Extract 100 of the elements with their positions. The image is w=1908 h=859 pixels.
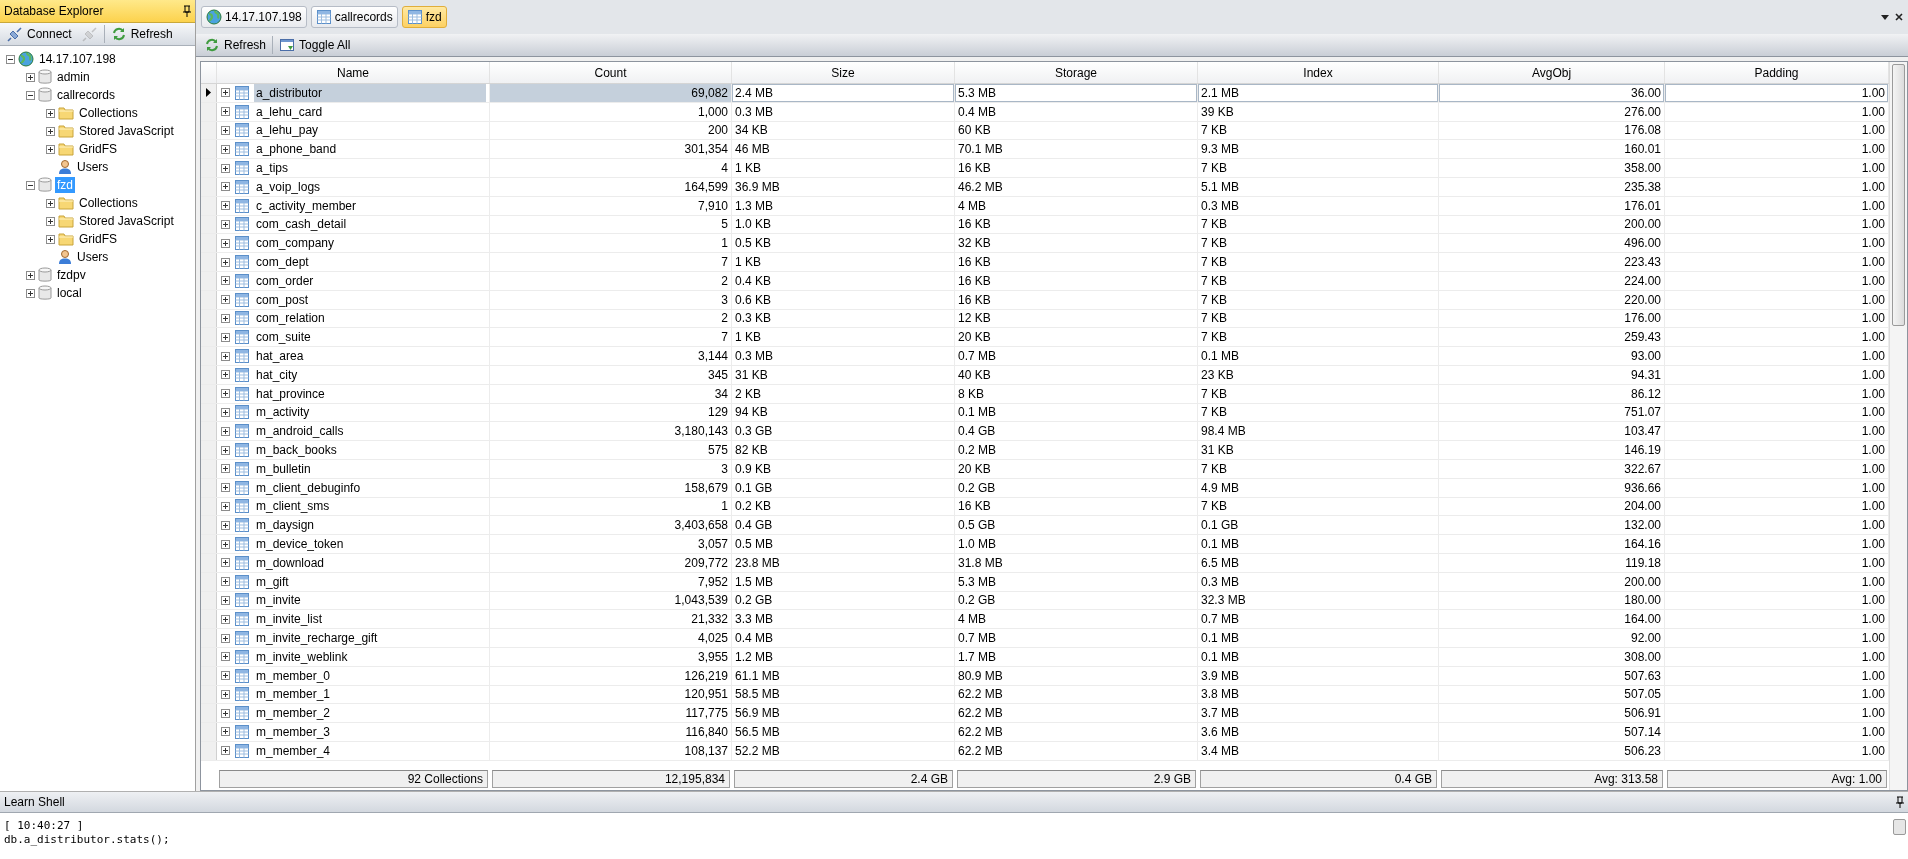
collection-name[interactable]: a_voip_logs [254, 178, 486, 196]
expand-icon[interactable] [46, 144, 55, 154]
collection-name[interactable]: m_invite_recharge_gift [254, 629, 486, 647]
expand-icon[interactable] [221, 88, 230, 98]
collection-name[interactable]: hat_province [254, 384, 486, 403]
column-header[interactable]: AvgObj [1439, 62, 1665, 83]
expand-icon[interactable] [221, 407, 230, 417]
expand-icon[interactable] [221, 558, 230, 568]
expand-icon[interactable] [221, 163, 230, 173]
connect-button[interactable]: Connect [3, 25, 76, 43]
collection-name[interactable]: com_cash_detail [254, 215, 486, 234]
column-header[interactable]: Index [1198, 62, 1439, 83]
tree-item[interactable]: Collections [77, 195, 140, 211]
expand-icon[interactable] [221, 351, 230, 361]
collection-name[interactable]: m_invite [254, 591, 486, 610]
expand-icon[interactable] [26, 72, 35, 82]
expand-icon[interactable] [221, 727, 230, 737]
expand-icon[interactable] [221, 107, 230, 117]
collapse-icon[interactable] [6, 54, 15, 64]
collection-name[interactable]: m_android_calls [254, 422, 486, 441]
collection-name[interactable]: m_activity [254, 403, 486, 422]
collection-name[interactable]: m_member_4 [254, 741, 486, 760]
dropdown-arrow-icon[interactable] [1881, 13, 1889, 21]
expand-icon[interactable] [221, 633, 230, 643]
tree-item[interactable]: GridFS [77, 141, 119, 157]
collection-name[interactable]: m_bulletin [254, 459, 486, 478]
expand-icon[interactable] [221, 276, 230, 286]
pin-icon[interactable] [183, 5, 191, 17]
scrollbar[interactable] [1889, 62, 1907, 791]
expand-icon[interactable] [221, 426, 230, 436]
expand-icon[interactable] [26, 270, 35, 280]
close-icon[interactable] [1895, 13, 1903, 21]
column-header[interactable]: Name [217, 62, 490, 83]
collection-name[interactable]: com_post [254, 290, 486, 309]
collection-name[interactable]: a_distributor [254, 84, 486, 102]
collection-name[interactable]: m_invite_weblink [254, 647, 486, 666]
expand-icon[interactable] [221, 614, 230, 624]
collection-name[interactable]: m_back_books [254, 441, 486, 459]
collection-name[interactable]: com_order [254, 271, 486, 290]
expand-icon[interactable] [221, 689, 230, 699]
collection-name[interactable]: m_download [254, 553, 486, 572]
expand-icon[interactable] [221, 201, 230, 211]
expand-icon[interactable] [26, 288, 35, 298]
column-header[interactable]: Count [490, 62, 732, 83]
expand-icon[interactable] [221, 389, 230, 399]
expand-icon[interactable] [46, 198, 55, 208]
collection-name[interactable]: m_member_1 [254, 685, 486, 704]
collection-name[interactable]: m_client_debuginfo [254, 478, 486, 497]
tab[interactable]: fzd [401, 6, 447, 28]
tree-item[interactable]: callrecords [55, 87, 118, 103]
expand-icon[interactable] [46, 216, 55, 226]
collection-name[interactable]: m_device_token [254, 535, 486, 553]
collection-name[interactable]: hat_city [254, 365, 486, 384]
expand-icon[interactable] [221, 746, 230, 756]
expand-icon[interactable] [46, 126, 55, 136]
expand-icon[interactable] [221, 652, 230, 662]
row-header[interactable] [201, 84, 217, 102]
tree-item[interactable]: admin [55, 69, 92, 85]
expand-icon[interactable] [221, 219, 230, 229]
collection-name[interactable]: m_member_0 [254, 666, 486, 685]
expand-icon[interactable] [221, 671, 230, 681]
expand-icon[interactable] [221, 501, 230, 511]
expand-icon[interactable] [221, 182, 230, 192]
pin-icon[interactable] [1896, 796, 1904, 809]
tab[interactable]: 14.17.107.198 [201, 6, 307, 28]
expand-icon[interactable] [221, 238, 230, 248]
refresh-button[interactable]: Refresh [106, 25, 177, 43]
collapse-icon[interactable] [26, 180, 35, 190]
expand-icon[interactable] [221, 577, 230, 587]
collection-name[interactable]: a_phone_band [254, 140, 486, 159]
expand-icon[interactable] [221, 257, 230, 267]
expand-icon[interactable] [221, 332, 230, 342]
expand-icon[interactable] [221, 595, 230, 605]
collection-name[interactable]: c_activity_member [254, 196, 486, 215]
tab[interactable]: callrecords [310, 6, 398, 28]
tree-item[interactable]: Stored JavaScript [77, 123, 176, 139]
collection-name[interactable]: m_gift [254, 572, 486, 591]
collection-name[interactable]: m_client_sms [254, 497, 486, 516]
tree-item[interactable]: fzdpv [55, 267, 88, 283]
tree-item[interactable]: Stored JavaScript [77, 213, 176, 229]
column-header[interactable]: Storage [955, 62, 1198, 83]
tree-item[interactable]: 14.17.107.198 [37, 51, 118, 67]
tree-item[interactable]: Collections [77, 105, 140, 121]
expand-icon[interactable] [221, 483, 230, 493]
expand-icon[interactable] [221, 144, 230, 154]
expand-icon[interactable] [46, 234, 55, 244]
collection-name[interactable]: com_company [254, 234, 486, 253]
column-header[interactable]: Size [732, 62, 955, 83]
expand-icon[interactable] [221, 313, 230, 323]
collection-name[interactable]: hat_area [254, 347, 486, 365]
tree-item[interactable]: Users [75, 249, 111, 265]
collection-name[interactable]: com_dept [254, 253, 486, 271]
tree-item[interactable]: Users [75, 159, 111, 175]
toggle-button[interactable]: Toggle All [275, 36, 355, 54]
expand-icon[interactable] [46, 108, 55, 118]
collection-name[interactable]: m_member_2 [254, 704, 486, 723]
collection-name[interactable]: m_daysign [254, 516, 486, 535]
collection-name[interactable]: com_suite [254, 328, 486, 347]
expand-icon[interactable] [221, 539, 230, 549]
collection-name[interactable]: a_tips [254, 159, 486, 177]
